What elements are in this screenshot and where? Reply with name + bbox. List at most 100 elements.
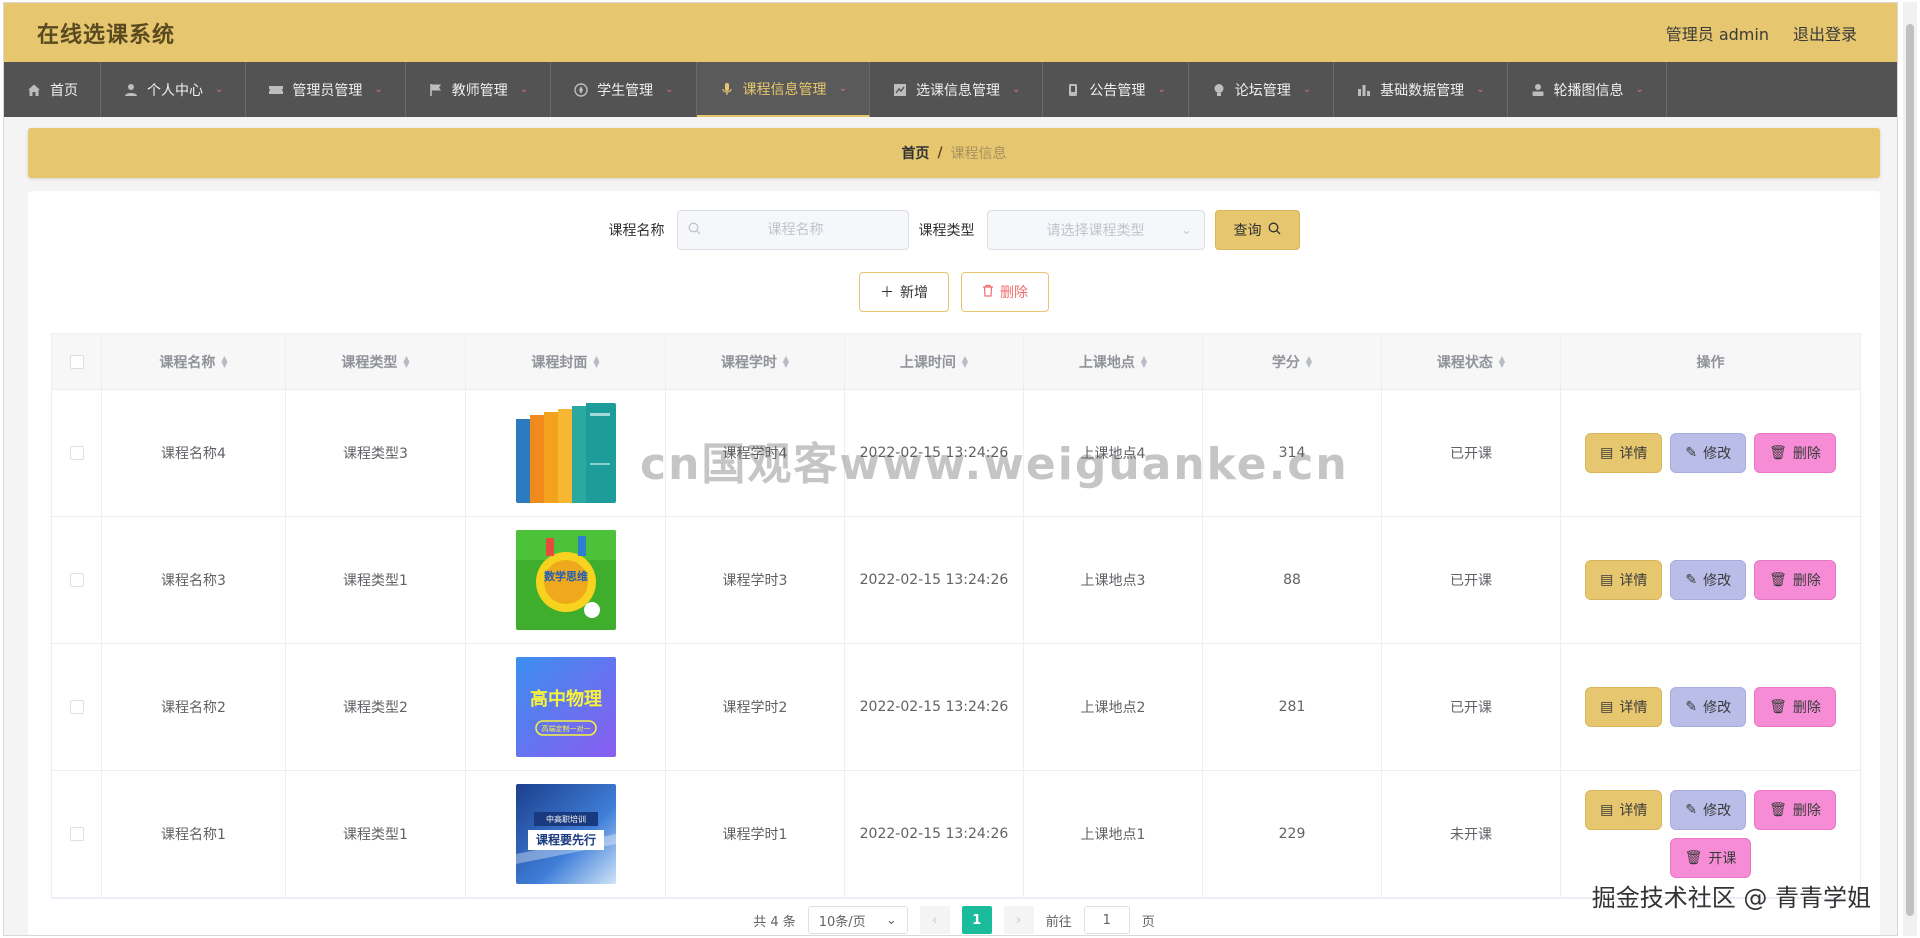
row-checkbox[interactable] xyxy=(69,700,84,714)
sort-icon[interactable]: ▲ ▼ xyxy=(962,354,968,368)
column-header[interactable]: 课程名称 ▲ ▼ xyxy=(102,334,286,389)
cell-name: 课程名称1 xyxy=(102,771,286,897)
cell-place: 上课地点1 xyxy=(1024,771,1203,897)
user-area: 管理员 admin 退出登录 xyxy=(1666,21,1857,45)
select-all-checkbox[interactable] xyxy=(69,354,84,369)
goto-page-input[interactable]: 1 xyxy=(1083,906,1130,934)
svg-text:数学思维: 数学思维 xyxy=(544,569,588,583)
trash-icon: 🗑 xyxy=(1769,699,1787,715)
chevron-down-icon: ⌄ xyxy=(838,83,847,94)
nav-label: 课程信息管理 xyxy=(742,81,827,98)
nav-label: 首页 xyxy=(50,82,78,99)
nav-item-basedata[interactable]: 基础数据管理 ⌄ xyxy=(1334,62,1508,117)
column-header[interactable]: 课程状态 ▲ ▼ xyxy=(1382,334,1561,389)
column-header[interactable]: 课程类型 ▲ ▼ xyxy=(286,334,466,389)
sort-icon[interactable]: ▲ ▼ xyxy=(1306,354,1312,368)
trash-icon: 🗑 xyxy=(1769,445,1787,461)
page-number[interactable]: 1 xyxy=(961,906,992,934)
page-size-select[interactable]: 10条/页 ⌄ xyxy=(807,906,908,934)
detail-button[interactable]: ▤ 详情 xyxy=(1585,560,1663,600)
nav-item-home[interactable]: 首页 xyxy=(4,62,101,117)
next-page-button[interactable]: › xyxy=(1003,906,1034,934)
row-checkbox[interactable] xyxy=(69,446,84,460)
chevron-down-icon: ⌄ xyxy=(1635,84,1644,95)
breadcrumb-home[interactable]: 首页 xyxy=(901,143,929,163)
nav-item-carousel[interactable]: 轮播图信息 ⌄ xyxy=(1508,62,1667,117)
add-label: 新增 xyxy=(900,284,928,300)
delete-button[interactable]: 🗑 删除 xyxy=(1754,433,1836,473)
cell-credit: 229 xyxy=(1203,771,1382,897)
nav-item-student[interactable]: 学生管理 ⌄ xyxy=(551,62,697,117)
open-course-button[interactable]: 🗑 开课 xyxy=(1669,838,1752,878)
svg-text:中高职培训: 中高职培训 xyxy=(546,814,586,824)
nav-label: 基础数据管理 xyxy=(1380,82,1465,99)
prev-page-button[interactable]: ‹ xyxy=(919,906,950,934)
column-header[interactable]: 课程封面 ▲ ▼ xyxy=(466,334,666,389)
nav-item-teacher[interactable]: 教师管理 ⌄ xyxy=(406,62,552,117)
row-checkbox[interactable] xyxy=(69,827,84,841)
nav-item-course[interactable]: 课程信息管理 ⌄ xyxy=(696,62,870,117)
document-icon: ▤ xyxy=(1600,802,1614,818)
column-header[interactable]: 上课时间 ▲ ▼ xyxy=(845,334,1024,389)
trash-icon: 🗑 xyxy=(1769,572,1787,588)
column-header[interactable]: 学分 ▲ ▼ xyxy=(1203,334,1382,389)
row-actions: ▤ 详情 ✎ 修改 🗑 删除 xyxy=(1561,644,1860,770)
row-checkbox[interactable] xyxy=(69,573,84,587)
vertical-scrollbar[interactable] xyxy=(1903,2,1917,936)
course-cover[interactable]: 中高职培训 课程要先行 xyxy=(515,784,616,884)
sort-icon[interactable]: ▲ ▼ xyxy=(221,354,227,368)
books-cover[interactable] xyxy=(515,403,616,503)
main-nav: 首页 个人中心 ⌄ 管理员管理 ⌄ 教师管理 ⌄ 学生管理 ⌄ 课程信息管理 ⌄ xyxy=(4,62,1897,117)
detail-button[interactable]: ▤ 详情 xyxy=(1585,687,1663,727)
column-header[interactable]: 上课地点 ▲ ▼ xyxy=(1024,334,1203,389)
svg-text:课程要先行: 课程要先行 xyxy=(535,832,595,847)
physics-cover[interactable]: 高中物理 高端定制一对一 xyxy=(515,657,616,757)
edit-button[interactable]: ✎ 修改 xyxy=(1670,560,1747,600)
pencil-icon: ✎ xyxy=(1685,699,1698,715)
delete-button[interactable]: 🗑 删除 xyxy=(1754,560,1836,600)
query-button[interactable]: 查询 xyxy=(1214,210,1300,250)
detail-button[interactable]: ▤ 详情 xyxy=(1585,790,1663,830)
search-icon xyxy=(688,222,701,239)
cell-name: 课程名称2 xyxy=(102,644,286,770)
course-table: 课程名称 ▲ ▼ 课程类型 ▲ ▼ 课程封面 ▲ ▼ 课程学时 ▲ ▼ 上课时间 ▲ ▼ 上课地点 ▲… xyxy=(51,333,1861,899)
math-cover[interactable]: 数学思维 xyxy=(515,530,616,630)
header-checkbox-cell xyxy=(52,334,102,389)
nav-item-notice[interactable]: 公告管理 ⌄ xyxy=(1043,62,1189,117)
chevron-down-icon: ⌄ xyxy=(519,84,529,95)
cell-credit: 281 xyxy=(1203,644,1382,770)
sort-icon[interactable]: ▲ ▼ xyxy=(1141,354,1147,368)
detail-button[interactable]: ▤ 详情 xyxy=(1585,433,1663,473)
course-name-label: 课程名称 xyxy=(608,223,665,239)
sort-icon[interactable]: ▲ ▼ xyxy=(1499,354,1505,368)
sort-icon[interactable]: ▲ ▼ xyxy=(783,354,789,368)
total-count: 共 4 条 xyxy=(753,914,796,930)
delete-button[interactable]: 🗑 删除 xyxy=(1754,687,1836,727)
add-button[interactable]: ＋ 新增 xyxy=(859,272,949,312)
nav-label: 选课信息管理 xyxy=(915,82,1000,99)
nav-item-forum[interactable]: 论坛管理 ⌄ xyxy=(1189,62,1335,117)
nav-item-admin[interactable]: 管理员管理 ⌄ xyxy=(246,62,406,117)
sort-icon[interactable]: ▲ ▼ xyxy=(593,354,599,368)
row-actions: ▤ 详情 ✎ 修改 🗑 删除 xyxy=(1561,390,1860,516)
nav-item-profile[interactable]: 个人中心 ⌄ xyxy=(101,62,247,117)
batch-delete-button[interactable]: 删除 xyxy=(961,272,1049,312)
person-icon xyxy=(1530,82,1546,98)
sort-icon[interactable]: ▲ ▼ xyxy=(403,354,409,368)
course-type-select[interactable]: 请选择课程类型 ⌄ xyxy=(986,210,1205,250)
nav-item-selection[interactable]: 选课信息管理 ⌄ xyxy=(870,62,1044,117)
logout-link[interactable]: 退出登录 xyxy=(1793,21,1857,45)
column-header[interactable]: 课程学时 ▲ ▼ xyxy=(666,334,845,389)
cell-status: 已开课 xyxy=(1382,390,1561,516)
delete-button[interactable]: 🗑 删除 xyxy=(1754,790,1836,830)
edit-button[interactable]: ✎ 修改 xyxy=(1670,687,1747,727)
edit-button[interactable]: ✎ 修改 xyxy=(1670,790,1747,830)
cell-time: 2022-02-15 13:24:26 xyxy=(845,644,1024,770)
scrollbar-thumb[interactable] xyxy=(1906,24,1914,916)
cell-type: 课程类型1 xyxy=(286,517,466,643)
flag-icon xyxy=(428,82,444,98)
document-icon: ▤ xyxy=(1600,699,1614,715)
edit-button[interactable]: ✎ 修改 xyxy=(1670,433,1747,473)
course-name-input[interactable] xyxy=(700,222,891,238)
search-form: 课程名称 课程类型 请选择课程类型 ⌄ 查询 xyxy=(28,210,1880,250)
